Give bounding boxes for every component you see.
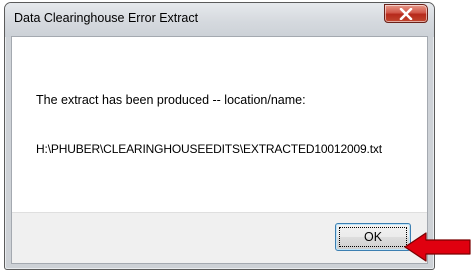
message-text: The extract has been produced -- locatio…	[36, 93, 306, 107]
screenshot-canvas: Data Clearinghouse Error Extract The ext…	[0, 0, 476, 275]
window-title: Data Clearinghouse Error Extract	[14, 11, 199, 25]
red-arrow-left-icon	[404, 232, 471, 262]
close-button[interactable]	[384, 4, 428, 23]
dialog-content: The extract has been produced -- locatio…	[11, 36, 428, 264]
file-path-text: H:\PHUBER\CLEARINGHOUSEEDITS\EXTRACTED10…	[36, 142, 382, 156]
button-bar: OK	[12, 212, 427, 263]
title-bar[interactable]: Data Clearinghouse Error Extract	[5, 3, 434, 37]
ok-button[interactable]: OK	[335, 223, 411, 251]
close-icon	[399, 7, 413, 20]
dialog-window: Data Clearinghouse Error Extract The ext…	[4, 2, 435, 270]
ok-button-label: OK	[363, 230, 383, 244]
